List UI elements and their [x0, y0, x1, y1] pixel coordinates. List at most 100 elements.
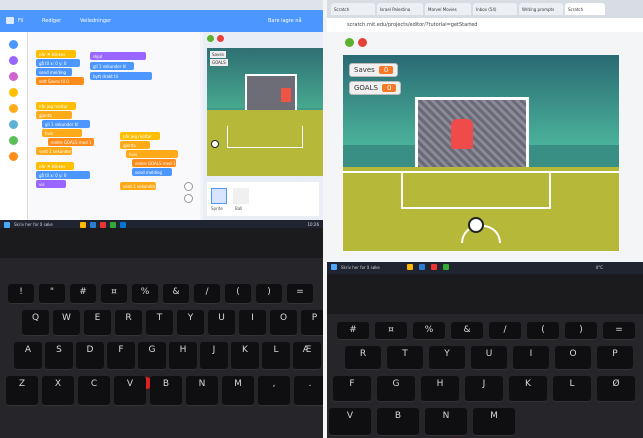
code-block[interactable]: send melding — [36, 68, 72, 76]
code-block[interactable]: vis — [36, 180, 66, 188]
key-row3-0[interactable]: A — [14, 342, 42, 370]
key-row1-9[interactable]: = — [287, 284, 313, 304]
key-row4-4[interactable]: B — [150, 376, 182, 406]
key-row3-3[interactable]: J — [465, 376, 503, 402]
key-row1-7[interactable]: ( — [225, 284, 251, 304]
zoom-out-icon[interactable] — [184, 194, 193, 203]
key-row4-3[interactable]: V — [114, 376, 146, 406]
key-row2-4[interactable]: I — [513, 346, 549, 370]
code-block[interactable]: sett Saves til 0 — [36, 77, 84, 85]
key-row1-4[interactable]: / — [489, 322, 521, 340]
key-row3-4[interactable]: G — [138, 342, 166, 370]
key-row1-5[interactable]: ( — [527, 322, 559, 340]
key-row4-7[interactable]: , — [258, 376, 290, 406]
file-explorer-icon[interactable] — [407, 264, 413, 270]
code-block[interactable]: gå til x: 0 y: 0 — [36, 171, 90, 179]
key-row4-2[interactable]: N — [425, 408, 467, 436]
browser-tab[interactable]: Inbox (54) — [473, 3, 517, 15]
key-row1-4[interactable]: % — [132, 284, 158, 304]
key-row2-5[interactable]: O — [555, 346, 591, 370]
code-block[interactable]: når jeg mottar — [120, 132, 160, 140]
code-block[interactable]: hvis — [42, 129, 82, 137]
stage-preview[interactable]: Saves GOALS — [207, 48, 323, 176]
taskbar-search[interactable]: Skriv her for å søke — [341, 265, 380, 270]
key-row2-3[interactable]: R — [115, 310, 142, 336]
key-row4-2[interactable]: C — [78, 376, 110, 406]
key-row1-5[interactable]: & — [163, 284, 189, 304]
key-row2-0[interactable]: Q — [22, 310, 49, 336]
control-category[interactable] — [9, 104, 18, 113]
motion-category[interactable] — [9, 40, 18, 49]
key-row3-6[interactable]: J — [200, 342, 228, 370]
key-row1-6[interactable]: ) — [565, 322, 597, 340]
key-row2-1[interactable]: T — [387, 346, 423, 370]
code-block[interactable]: når jeg mottar — [36, 102, 76, 110]
key-row1-8[interactable]: ) — [256, 284, 282, 304]
key-row2-7[interactable]: I — [239, 310, 266, 336]
key-row3-1[interactable]: S — [45, 342, 73, 370]
key-row1-2[interactable]: % — [413, 322, 445, 340]
key-row2-6[interactable]: U — [208, 310, 235, 336]
code-block[interactable]: vent 1 sekunder — [36, 147, 72, 155]
code-block[interactable]: når ⚑ klikkes — [36, 162, 74, 170]
url-bar[interactable]: scratch.mit.edu/projects/editor/?tutoria… — [327, 18, 643, 32]
code-block[interactable]: gjenta — [120, 141, 150, 149]
key-row3-0[interactable]: F — [333, 376, 371, 402]
sprite-thumb[interactable] — [233, 188, 249, 204]
app-icon[interactable] — [443, 264, 449, 270]
key-row3-5[interactable]: H — [169, 342, 197, 370]
menu-file[interactable]: Fil — [18, 18, 23, 24]
key-row2-2[interactable]: Y — [429, 346, 465, 370]
key-row3-1[interactable]: G — [377, 376, 415, 402]
edge-icon[interactable] — [419, 264, 425, 270]
key-row1-1[interactable]: ¤ — [375, 322, 407, 340]
key-row1-3[interactable]: & — [451, 322, 483, 340]
key-row2-5[interactable]: Y — [177, 310, 204, 336]
key-row3-3[interactable]: F — [107, 342, 135, 370]
key-row2-8[interactable]: O — [270, 310, 297, 336]
key-row2-4[interactable]: T — [146, 310, 173, 336]
key-row3-7[interactable]: K — [231, 342, 259, 370]
address-bar[interactable] — [0, 0, 323, 10]
operators-category[interactable] — [9, 136, 18, 145]
key-row2-1[interactable]: W — [53, 310, 80, 336]
app-icon[interactable] — [431, 264, 437, 270]
menu-edit[interactable]: Rediger — [42, 18, 61, 24]
key-row3-2[interactable]: H — [421, 376, 459, 402]
key-row2-6[interactable]: P — [597, 346, 633, 370]
key-row3-5[interactable]: L — [553, 376, 591, 402]
code-block[interactable]: send melding — [132, 168, 172, 176]
key-row4-8[interactable]: . — [294, 376, 323, 406]
key-row2-3[interactable]: U — [471, 346, 507, 370]
code-block[interactable]: hvis — [126, 150, 178, 158]
code-block[interactable]: vent 1 sekunder — [120, 182, 156, 190]
key-row1-3[interactable]: ¤ — [101, 284, 127, 304]
key-row4-1[interactable]: B — [377, 408, 419, 436]
key-row3-4[interactable]: K — [509, 376, 547, 402]
green-flag-icon[interactable] — [345, 38, 354, 47]
browser-tab[interactable]: Marvel Movies — [425, 3, 471, 15]
zoom-in-icon[interactable] — [184, 182, 193, 191]
key-row4-1[interactable]: X — [42, 376, 74, 406]
code-block[interactable]: når ⚑ klikkes — [36, 50, 76, 58]
key-row2-2[interactable]: E — [84, 310, 111, 336]
code-block[interactable]: gli 1 sekunder til — [42, 120, 90, 128]
key-row3-2[interactable]: D — [76, 342, 104, 370]
stop-icon[interactable] — [358, 38, 367, 47]
browser-tab[interactable]: Scratch — [331, 3, 375, 15]
menu-tutorials[interactable]: Veiledninger — [80, 18, 111, 24]
key-row3-6[interactable]: Ø — [597, 376, 635, 402]
game-stage[interactable]: Saves 0 GOALS 0 — [343, 55, 619, 251]
events-category[interactable] — [9, 88, 18, 97]
code-block[interactable]: endre GOALS med 1 — [48, 138, 94, 146]
key-row1-1[interactable]: " — [39, 284, 65, 304]
key-row3-8[interactable]: L — [262, 342, 290, 370]
code-block[interactable]: endre GOALS med 1 — [132, 159, 176, 167]
sensing-category[interactable] — [9, 120, 18, 129]
key-row3-9[interactable]: Æ — [293, 342, 321, 370]
key-row2-0[interactable]: R — [345, 346, 381, 370]
browser-tab-active[interactable]: Scratch — [565, 3, 605, 15]
code-area[interactable]: når ⚑ klikkes gå til x: 0 y: 0 send meld… — [28, 32, 200, 220]
key-row1-7[interactable]: = — [603, 322, 635, 340]
code-block[interactable]: gli 1 sekunder til — [90, 62, 134, 70]
